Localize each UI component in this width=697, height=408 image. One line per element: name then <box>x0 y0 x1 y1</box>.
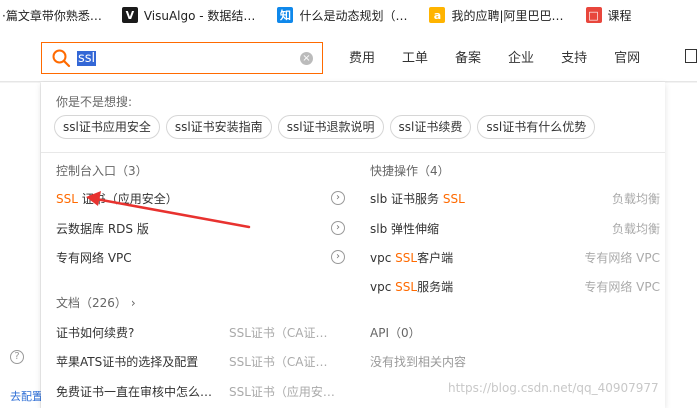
quick-item-tag: 负载均衡 <box>611 192 660 206</box>
watermark: https://blog.csdn.net/qq_40907977 <box>448 381 659 395</box>
nav-item[interactable]: 工单 <box>402 47 428 66</box>
quick-item[interactable]: slb 证书服务 SSL <box>370 190 465 207</box>
doc-item[interactable]: 苹果ATS证书的选择及配置 <box>56 353 198 370</box>
item-text: slb 弹性伸缩 <box>370 222 440 236</box>
course-icon: □ <box>585 7 602 23</box>
search-query-text: ssl <box>77 50 97 66</box>
doc-item[interactable]: 证书如何续费? <box>56 324 134 341</box>
suggest-chip[interactable]: ssl证书有什么优势 <box>477 115 596 139</box>
highlight-text: SSL <box>395 251 418 265</box>
item-text: vpc <box>370 280 396 294</box>
api-empty-text: 没有找到相关内容 <box>370 355 467 369</box>
item-text: 证书如何续费? <box>56 326 135 340</box>
bookmark-label: VisuAlgo - 数据结… <box>143 8 256 23</box>
item-text: 云数据库 RDS 版 <box>56 222 149 236</box>
quick-item[interactable]: slb 弹性伸缩 <box>370 220 439 237</box>
arrow-right-icon[interactable]: › <box>331 221 345 235</box>
arrow-right-icon[interactable]: › <box>331 250 345 264</box>
quick-item[interactable]: vpc SSL服务端 <box>370 278 453 295</box>
bookmark-label: 课程 <box>607 8 632 23</box>
quick-section-title: 快捷操作（4） <box>370 164 450 178</box>
item-text: 证书 <box>77 192 106 206</box>
item-text: vpc <box>370 251 396 265</box>
console-item-rds[interactable]: 云数据库 RDS 版 <box>56 220 149 237</box>
suggest-chip[interactable]: ssl证书应用安全 <box>54 115 160 139</box>
background-right-panel <box>665 83 697 408</box>
search-input[interactable]: ssl × <box>41 42 323 74</box>
console-item-vpc[interactable]: 专有网络 VPC <box>56 249 132 266</box>
bookmarks-bar: ·篇文章带你熟悉… V VisuAlgo - 数据结… 知 什么是动态规划（… … <box>0 0 697 30</box>
item-text: 专有网络 VPC <box>56 251 132 265</box>
visualgo-icon: V <box>121 7 138 23</box>
chevron-right-icon: › <box>130 296 136 310</box>
bookmark-label: 我的应聘|阿里巴巴… <box>451 8 564 23</box>
nav-item[interactable]: 支持 <box>561 47 587 66</box>
top-nav: 费用 工单 备案 企业 支持 官网 <box>349 30 667 82</box>
nav-item[interactable]: 备案 <box>455 47 481 66</box>
bookmark-label: 什么是动态规划（… <box>299 8 408 23</box>
item-text: 免费证书一直在审核中怎么… <box>56 385 213 399</box>
api-section-title: API（0） <box>370 326 421 340</box>
page-header: ssl × 费用 工单 备案 企业 支持 官网 <box>0 30 697 82</box>
suggest-chip[interactable]: ssl证书退款说明 <box>277 115 384 139</box>
highlight-text: SSL <box>442 192 465 206</box>
docs-section-title[interactable]: 文档（226） › <box>56 294 136 311</box>
item-suffix: （应用安全） <box>105 192 178 206</box>
search-suggestions-dropdown: 你是不是想搜: ssl证书应用安全 ssl证书安装指南 ssl证书退款说明 ss… <box>41 82 665 408</box>
item-text: 服务端 <box>417 280 454 294</box>
arrow-right-icon[interactable]: › <box>331 191 345 205</box>
docs-title-text: 文档（226） <box>56 296 127 310</box>
clear-icon[interactable]: × <box>300 52 313 65</box>
bookmark-item[interactable]: □ 课程 <box>585 7 632 24</box>
help-icon[interactable]: ? <box>10 350 24 364</box>
bookmark-item[interactable]: ·篇文章带你熟悉… <box>2 7 102 24</box>
quick-item[interactable]: vpc SSL客户端 <box>370 249 453 266</box>
bookmark-item[interactable]: V VisuAlgo - 数据结… <box>121 7 256 24</box>
highlight-text: SSL <box>56 192 78 206</box>
suggest-title: 你是不是想搜: <box>56 95 133 109</box>
nav-item[interactable]: 官网 <box>614 47 640 66</box>
item-text: slb 证书服务 <box>370 192 443 206</box>
item-text: 客户端 <box>417 251 454 265</box>
quick-item-tag: 负载均衡 <box>611 222 660 236</box>
quick-item-tag: 专有网络 VPC <box>584 251 660 265</box>
nav-item[interactable]: 费用 <box>349 47 375 66</box>
configure-link[interactable]: 去配置 <box>10 388 43 404</box>
doc-item-tag: SSL证书（应用安… <box>229 385 335 399</box>
console-section-title: 控制台入口（3） <box>56 164 148 178</box>
doc-item-tag: SSL证书（CA证… <box>229 355 328 369</box>
search-icon <box>51 48 71 68</box>
bookmark-item[interactable]: a 我的应聘|阿里巴巴… <box>429 7 564 24</box>
suggest-chip[interactable]: ssl证书续费 <box>389 115 472 139</box>
window-icon[interactable] <box>685 49 697 63</box>
highlight-text: SSL <box>395 280 418 294</box>
divider <box>41 152 665 153</box>
ali-icon: a <box>429 7 446 23</box>
item-text: 苹果ATS证书的选择及配置 <box>56 355 199 369</box>
suggest-chips: ssl证书应用安全 ssl证书安装指南 ssl证书退款说明 ssl证书续费 ss… <box>54 115 601 139</box>
nav-item[interactable]: 企业 <box>508 47 534 66</box>
doc-item-tag: SSL证书（CA证… <box>229 326 328 340</box>
doc-item[interactable]: 免费证书一直在审核中怎么… <box>56 383 212 400</box>
suggest-chip[interactable]: ssl证书安装指南 <box>165 115 272 139</box>
console-item-ssl[interactable]: SSL 证书（应用安全） <box>56 190 178 207</box>
bookmark-item[interactable]: 知 什么是动态规划（… <box>277 7 407 24</box>
bookmark-label: ·篇文章带你熟悉… <box>2 8 102 23</box>
quick-item-tag: 专有网络 VPC <box>584 280 660 294</box>
zhihu-icon: 知 <box>277 7 294 23</box>
